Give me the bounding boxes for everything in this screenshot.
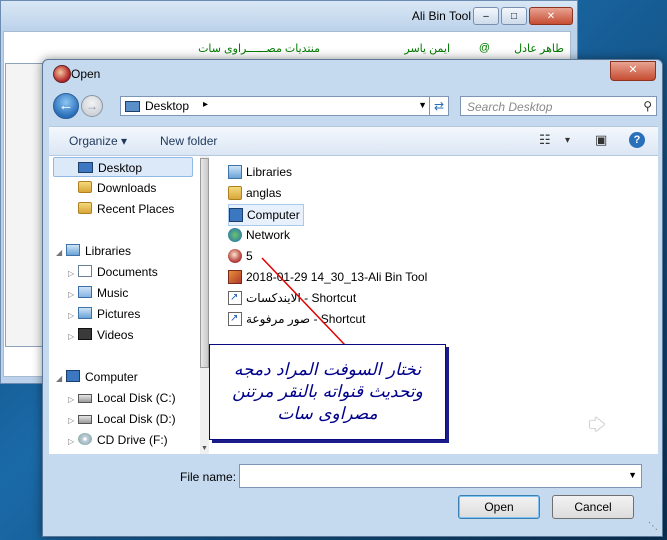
callout-line-1: نختار السوفت المراد دمجه [233,360,422,380]
annotation-arrow [261,257,346,346]
callout-line-3: مصراوى سات [277,404,378,424]
annotation-callout: نختار السوفت المراد دمجه وتحديث قنواته ب… [209,344,446,440]
mouse-cursor-icon: 🡆 [589,417,606,434]
arrow-line [261,257,346,346]
callout-line-2: وتحديث قنواته بالنقر مرتنن [232,382,423,402]
